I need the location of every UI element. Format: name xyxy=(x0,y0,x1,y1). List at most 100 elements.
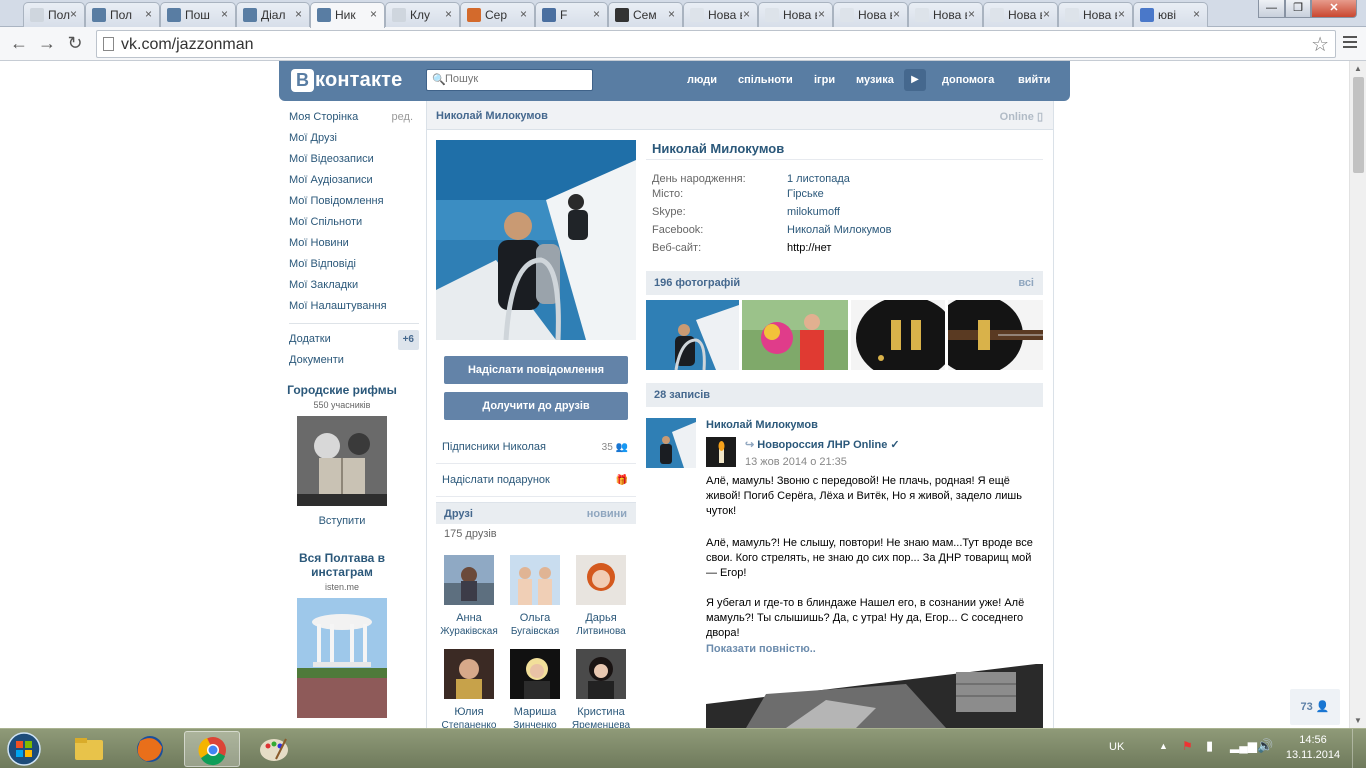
vk-logo[interactable]: Bконтакте xyxy=(291,69,403,93)
photo-thumbnail[interactable] xyxy=(646,300,739,370)
start-button[interactable] xyxy=(4,730,44,768)
menu-my-news[interactable]: Мої Новини xyxy=(289,235,419,256)
network-icon[interactable]: ▂▄▆ xyxy=(1230,739,1257,753)
tab-close-icon[interactable]: × xyxy=(221,7,228,21)
system-clock[interactable]: 14:56 13.11.2014 xyxy=(1282,733,1344,763)
send-message-button[interactable]: Надіслати повідомлення xyxy=(444,356,628,384)
scrollbar-thumb[interactable] xyxy=(1353,77,1364,173)
browser-tab[interactable]: F × xyxy=(535,2,608,27)
tab-close-icon[interactable]: × xyxy=(145,7,152,21)
browser-tab[interactable]: Клу × xyxy=(385,2,460,27)
explorer-taskbar-icon[interactable] xyxy=(61,731,117,767)
tab-close-icon[interactable]: × xyxy=(370,7,377,21)
tray-flag-icon[interactable]: ⚑ xyxy=(1182,739,1193,753)
promo2-image[interactable] xyxy=(297,598,387,718)
tab-close-icon[interactable]: × xyxy=(1043,7,1050,21)
nav-help[interactable]: допомога xyxy=(942,74,994,86)
menu-my-friends[interactable]: Мої Друзі xyxy=(289,130,419,151)
skype-link[interactable]: milokumoff xyxy=(787,206,840,218)
menu-my-settings[interactable]: Мої Налаштування xyxy=(289,298,419,319)
close-window-button[interactable]: ✕ xyxy=(1311,0,1357,18)
repost-source-name[interactable]: ↪ Новороссия ЛНР Online ✓ xyxy=(745,438,900,451)
paint-taskbar-icon[interactable] xyxy=(246,731,302,767)
friend-photo[interactable] xyxy=(444,649,494,699)
tray-battery-icon[interactable]: ▮ xyxy=(1206,738,1213,754)
tab-close-icon[interactable]: × xyxy=(818,7,825,21)
nav-games[interactable]: ігри xyxy=(814,74,835,86)
maximize-button[interactable]: ❐ xyxy=(1285,0,1311,18)
tab-close-icon[interactable]: × xyxy=(668,7,675,21)
send-gift-link[interactable]: Надіслати подарунок 🎁 xyxy=(436,464,636,497)
photo-thumbnail[interactable] xyxy=(948,300,1043,370)
tab-close-icon[interactable]: × xyxy=(520,7,527,21)
browser-tab[interactable]: Сем × xyxy=(608,2,683,27)
nav-music[interactable]: музика xyxy=(856,74,894,86)
forward-icon[interactable]: → xyxy=(35,32,59,56)
music-play-icon[interactable]: ▶ xyxy=(904,69,926,91)
city-link[interactable]: Гірське xyxy=(787,188,824,200)
nav-logout[interactable]: вийти xyxy=(1018,74,1050,86)
friend-photo[interactable] xyxy=(444,555,494,605)
followers-link[interactable]: Підписники Николая 35 👥 xyxy=(436,431,636,464)
friend-card[interactable]: Дарья Литвинова xyxy=(569,555,633,637)
friend-photo[interactable] xyxy=(510,649,560,699)
browser-tab[interactable]: Нова в× xyxy=(908,2,983,27)
promo-community[interactable]: Городские рифмы 550 учасників Вступити xyxy=(282,383,402,527)
menu-my-answers[interactable]: Мої Відповіді xyxy=(289,256,419,277)
show-more-link[interactable]: Показати повністю.. xyxy=(706,643,816,655)
menu-my-messages[interactable]: Мої Повідомлення xyxy=(289,193,419,214)
search-input[interactable] xyxy=(445,73,585,85)
firefox-taskbar-icon[interactable] xyxy=(122,731,178,767)
menu-my-bookmarks[interactable]: Мої Закладки xyxy=(289,277,419,298)
menu-my-page[interactable]: Моя Сторінка ред. xyxy=(289,109,419,130)
post-author-avatar[interactable] xyxy=(646,418,696,468)
browser-tab[interactable]: Пош × xyxy=(160,2,236,27)
browser-tab[interactable]: Сер × xyxy=(460,2,535,27)
browser-tab[interactable]: Нова в× xyxy=(833,2,908,27)
people-counter[interactable]: 73 👤 xyxy=(1290,689,1340,725)
photos-header[interactable]: 196 фотографій всі xyxy=(646,271,1043,295)
menu-my-audio[interactable]: Мої Аудіозаписи xyxy=(289,172,419,193)
photos-title[interactable]: 196 фотографій xyxy=(654,277,740,289)
scroll-down-icon[interactable]: ▼ xyxy=(1354,716,1362,725)
volume-icon[interactable]: 🔊 xyxy=(1257,738,1273,754)
menu-my-videos[interactable]: Мої Відеозаписи xyxy=(289,151,419,172)
scroll-up-icon[interactable]: ▲ xyxy=(1354,64,1362,73)
tab-close-icon[interactable]: × xyxy=(968,7,975,21)
tab-close-icon[interactable]: × xyxy=(743,7,750,21)
promo-join-link[interactable]: Вступити xyxy=(282,515,402,527)
nav-people[interactable]: люди xyxy=(687,74,717,86)
browser-tab[interactable]: Нова в× xyxy=(983,2,1058,27)
friend-card[interactable]: Кристина Яременцева xyxy=(569,649,633,728)
chrome-menu-icon[interactable] xyxy=(1343,36,1357,51)
photos-all-link[interactable]: всі xyxy=(1018,277,1034,289)
friends-title[interactable]: Друзі xyxy=(444,508,473,520)
friends-updates-link[interactable]: новини xyxy=(587,508,627,520)
friend-card[interactable]: Юлия Степаненко xyxy=(437,649,501,728)
bookmark-star-icon[interactable]: ☆ xyxy=(1311,32,1329,57)
browser-tab[interactable]: Нова в× xyxy=(1058,2,1133,27)
browser-tab[interactable]: Нова в× xyxy=(683,2,758,27)
tab-close-icon[interactable]: × xyxy=(1118,7,1125,21)
promo-title[interactable]: Городские рифмы xyxy=(282,383,402,397)
menu-apps[interactable]: Додатки +6 xyxy=(289,330,419,352)
profile-avatar[interactable] xyxy=(436,140,636,340)
photo-thumbnail[interactable] xyxy=(851,300,945,370)
back-icon[interactable]: ← xyxy=(7,32,31,56)
address-bar[interactable]: vk.com/jazzonman ☆ xyxy=(96,30,1336,58)
post-author-name[interactable]: Николай Милокумов xyxy=(706,419,818,431)
tab-close-icon[interactable]: × xyxy=(295,7,302,21)
menu-documents[interactable]: Документи xyxy=(289,352,419,373)
browser-tab[interactable]: Нова в× xyxy=(758,2,833,27)
browser-tab[interactable]: юві × xyxy=(1133,2,1208,27)
birthday-link[interactable]: 1 листопада xyxy=(787,173,850,185)
nav-communities[interactable]: спільноти xyxy=(738,74,793,86)
browser-tab[interactable]: Діал × xyxy=(236,2,310,27)
friends-header[interactable]: Друзі новини xyxy=(436,502,636,524)
friend-photo[interactable] xyxy=(576,555,626,605)
promo-instagram[interactable]: Вся Полтава в инстаграм isten.me xyxy=(282,551,402,718)
post-image[interactable] xyxy=(706,664,1043,728)
show-desktop-button[interactable] xyxy=(1352,729,1366,768)
minimize-button[interactable]: — xyxy=(1258,0,1285,18)
friend-card[interactable]: Ольга Бугаівская xyxy=(503,555,567,637)
